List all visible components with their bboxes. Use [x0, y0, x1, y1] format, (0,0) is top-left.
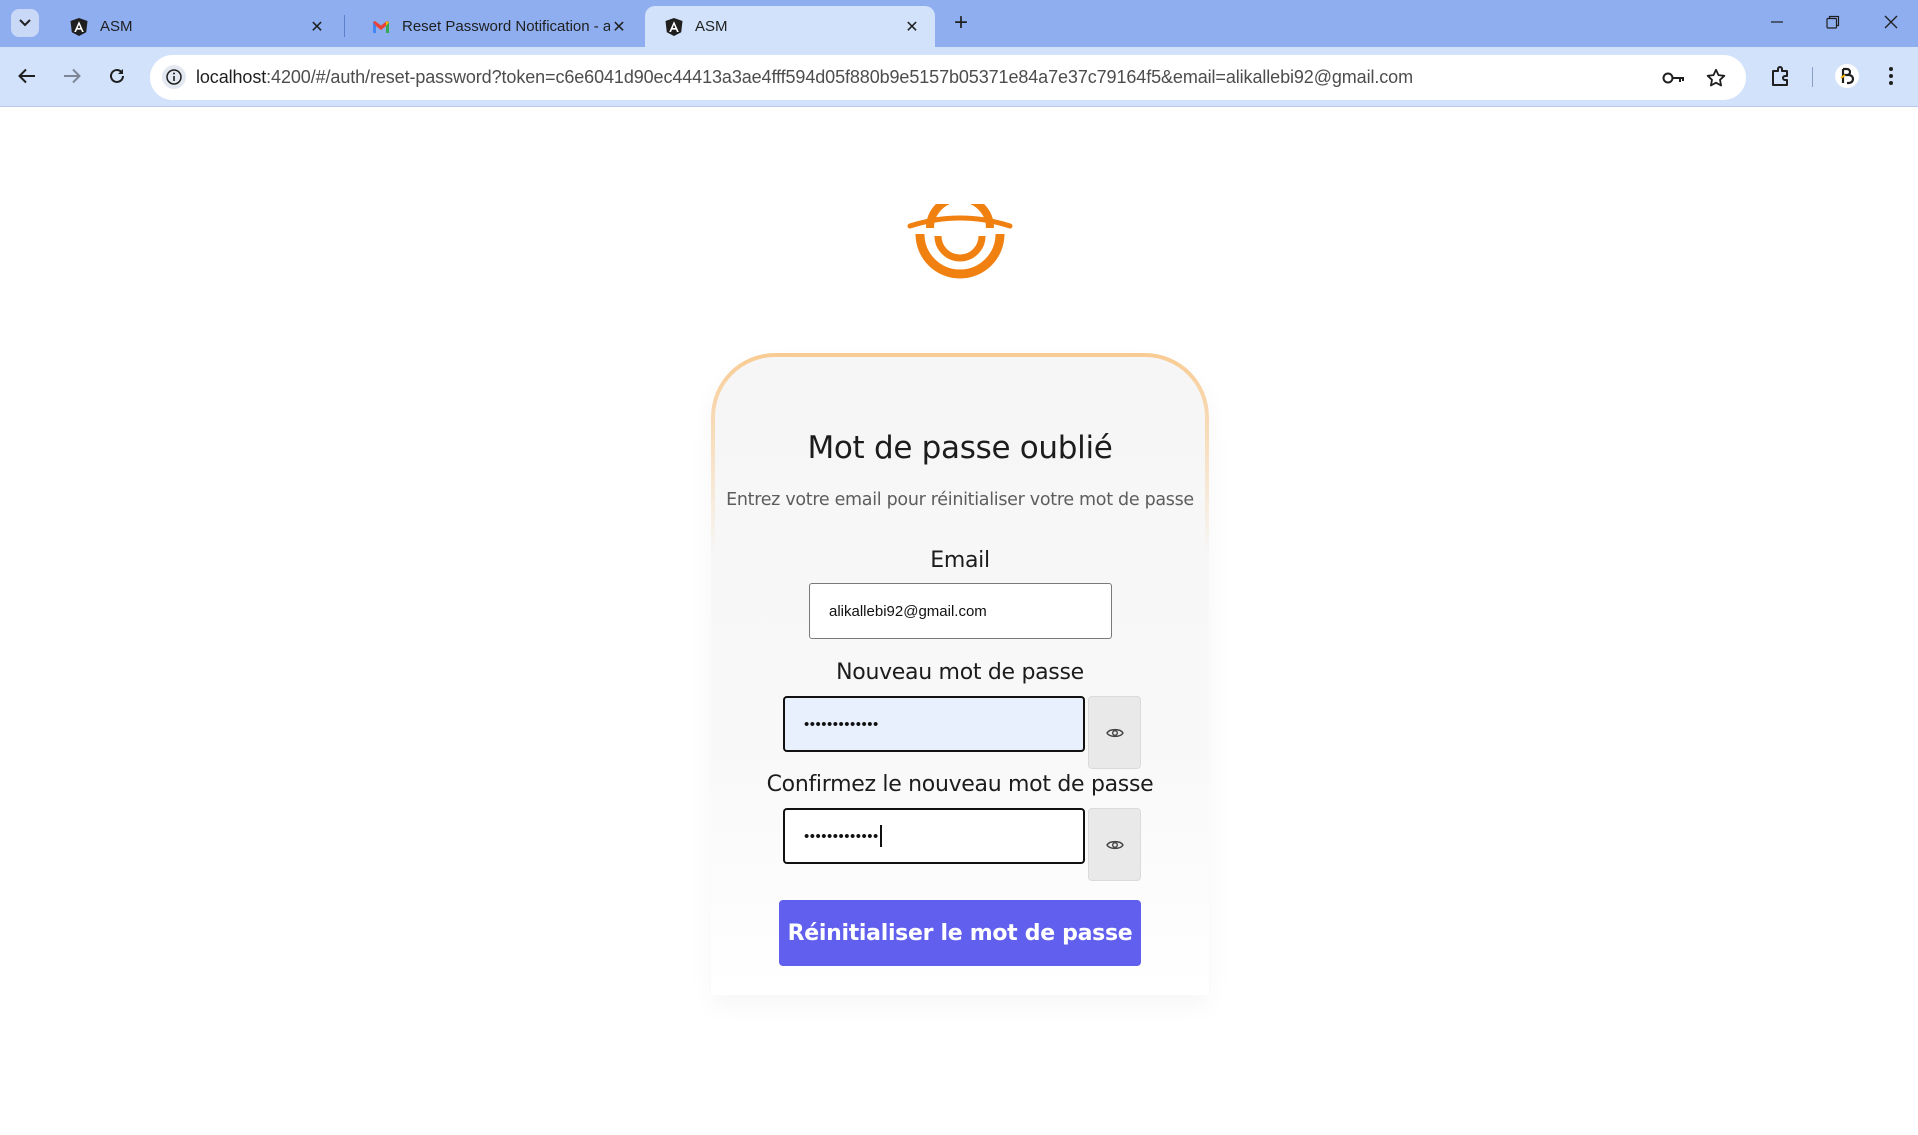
angular-icon	[70, 17, 88, 36]
url-path: :4200/#/auth/reset-password?token=c6e604…	[266, 67, 1413, 87]
email-field[interactable]: alikallebi92@gmail.com	[809, 583, 1112, 639]
tab-search-button[interactable]	[11, 9, 39, 37]
reload-button[interactable]	[101, 60, 133, 92]
email-value: alikallebi92@gmail.com	[829, 602, 987, 620]
tab-divider	[344, 15, 345, 37]
new-password-field[interactable]: •••••••••••••	[783, 696, 1085, 752]
new-password-value: •••••••••••••	[804, 715, 879, 733]
tab-title: Reset Password Notification - a	[402, 18, 610, 35]
minimize-button[interactable]	[1762, 8, 1792, 36]
page-title: Mot de passe oublié	[807, 430, 1113, 466]
new-password-label: Nouveau mot de passe	[836, 660, 1084, 685]
submit-label: Réinitialiser le mot de passe	[787, 920, 1133, 946]
reset-password-submit-button[interactable]: Réinitialiser le mot de passe	[779, 900, 1141, 966]
email-label: Email	[930, 548, 990, 573]
page-subtitle: Entrez votre email pour réinitialiser vo…	[726, 490, 1194, 510]
close-window-button[interactable]	[1876, 8, 1906, 36]
restore-button[interactable]	[1818, 8, 1848, 36]
angular-icon	[665, 17, 683, 36]
forward-button[interactable]	[56, 60, 88, 92]
eye-icon	[1105, 728, 1124, 737]
toggle-new-password-visibility-button[interactable]	[1088, 696, 1141, 769]
tab-asm-active[interactable]: ASM ✕	[645, 6, 935, 47]
tab-title: ASM	[100, 18, 133, 35]
extensions-icon[interactable]	[1765, 60, 1797, 92]
back-button[interactable]	[11, 60, 43, 92]
arrow-right-icon	[64, 68, 81, 84]
brand-logo	[906, 194, 1014, 282]
browser-toolbar: localhost:4200/#/auth/reset-password?tok…	[0, 47, 1918, 107]
profile-avatar[interactable]	[1831, 60, 1863, 92]
arrow-left-icon	[18, 68, 35, 84]
url-text[interactable]: localhost:4200/#/auth/reset-password?tok…	[196, 67, 1413, 88]
toolbar-divider	[1812, 67, 1813, 87]
more-vert-icon	[1889, 67, 1893, 85]
gmail-icon	[372, 18, 390, 36]
profile-icon	[1835, 64, 1859, 88]
tab-asm-1[interactable]: ASM ✕	[50, 6, 340, 47]
tab-title: ASM	[695, 18, 728, 35]
close-icon[interactable]: ✕	[610, 18, 628, 36]
tab-reset-password-notification[interactable]: Reset Password Notification - a ✕	[352, 6, 642, 47]
confirm-password-field[interactable]: •••••••••••••	[783, 808, 1085, 864]
password-key-icon[interactable]	[1661, 65, 1687, 91]
restore-icon	[1826, 15, 1840, 29]
browser-menu-button[interactable]	[1875, 60, 1907, 92]
bookmark-star-icon[interactable]	[1703, 65, 1729, 91]
eye-icon	[1105, 840, 1124, 849]
close-icon	[1884, 15, 1898, 29]
close-icon[interactable]: ✕	[308, 18, 326, 36]
chevron-down-icon	[19, 14, 31, 32]
plus-icon: +	[953, 9, 968, 36]
minimize-icon	[1771, 21, 1783, 23]
url-host: localhost	[196, 67, 267, 87]
tab-strip: ASM ✕ Reset Password Notification - a ✕ …	[0, 0, 1918, 47]
new-tab-button[interactable]: +	[948, 9, 974, 36]
reload-icon	[110, 68, 124, 83]
confirm-password-value: •••••••••••••	[804, 827, 879, 845]
site-info-icon[interactable]	[162, 65, 186, 89]
toggle-confirm-password-visibility-button[interactable]	[1088, 808, 1141, 881]
confirm-password-label: Confirmez le nouveau mot de passe	[766, 772, 1154, 797]
text-caret	[879, 825, 882, 847]
close-icon[interactable]: ✕	[903, 18, 921, 36]
address-bar[interactable]: localhost:4200/#/auth/reset-password?tok…	[150, 55, 1746, 100]
